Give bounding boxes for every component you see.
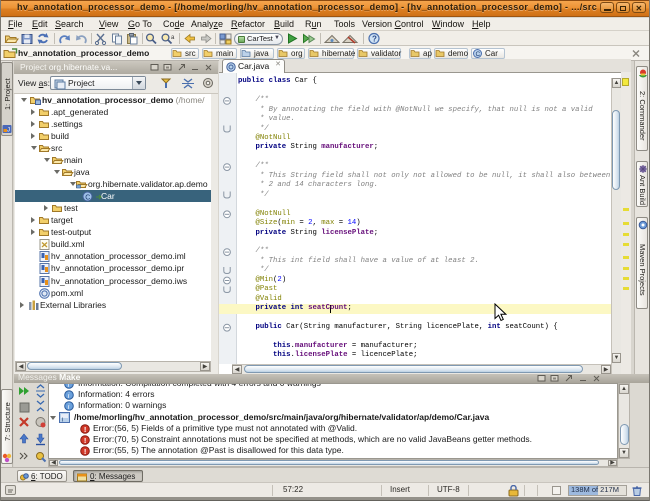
svg-text:!: ! [84, 436, 87, 445]
svg-text:a: a [171, 35, 175, 41]
svg-text:!: ! [84, 447, 87, 456]
svg-text:!: ! [84, 425, 87, 434]
svg-text:C: C [476, 51, 481, 58]
svg-text:?: ? [372, 35, 377, 44]
svg-text:J: J [7, 128, 10, 134]
svg-text:C: C [85, 194, 90, 201]
